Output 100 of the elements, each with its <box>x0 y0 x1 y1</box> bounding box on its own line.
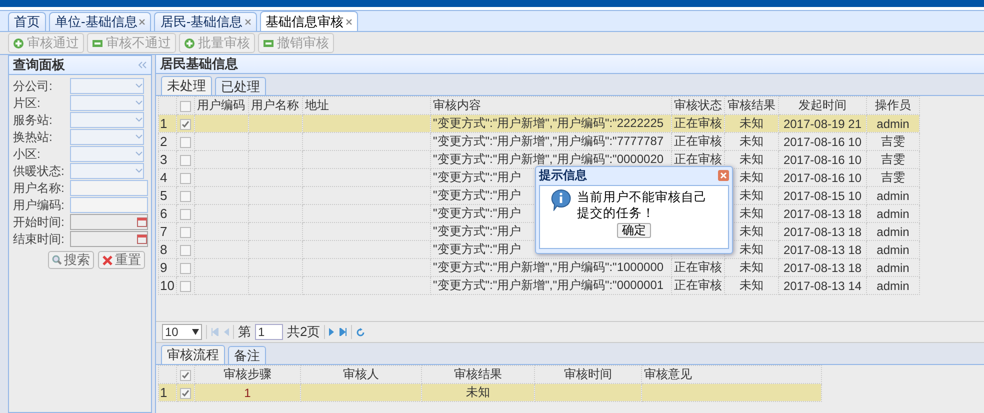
checkbox[interactable] <box>180 154 191 166</box>
checkbox[interactable] <box>180 118 191 130</box>
table-cell: 2017-08-19 21 <box>778 114 866 132</box>
column-header[interactable]: 地址 <box>302 96 430 114</box>
checkbox[interactable] <box>180 190 191 202</box>
tab[interactable]: 首页 <box>8 12 46 31</box>
plus-icon <box>184 38 195 48</box>
column-header[interactable]: 审核步骤 <box>194 366 300 384</box>
table-cell: admin <box>866 204 920 222</box>
tab[interactable]: 备注 <box>228 346 266 364</box>
table-cell: admin <box>866 114 920 132</box>
dropdown-icon <box>135 134 143 140</box>
plus-icon <box>13 38 24 48</box>
calendar-icon <box>137 234 147 244</box>
tab[interactable]: 基础信息审核 <box>260 11 358 31</box>
column-header[interactable]: 用户名称 <box>248 96 302 114</box>
field-label: 结束时间: <box>13 230 66 248</box>
table-cell: admin <box>866 186 920 204</box>
form-button[interactable]: 重置 <box>98 251 145 269</box>
table-cell: 2017-08-13 18 <box>778 240 866 258</box>
input-field[interactable] <box>70 197 148 213</box>
table-cell: 正在审核 <box>672 132 724 150</box>
page-input[interactable]: 1 <box>255 324 283 340</box>
column-header[interactable]: 审核内容 <box>430 96 672 114</box>
table-cell: 正在审核 <box>672 276 724 294</box>
column-header[interactable]: 审核时间 <box>534 366 642 384</box>
panel-title: 居民基础信息 <box>160 55 238 73</box>
row-number: 4 <box>158 168 176 186</box>
checkbox[interactable] <box>180 226 191 238</box>
page-size-select[interactable]: 10 <box>162 324 202 340</box>
close-icon[interactable] <box>244 19 251 25</box>
checkbox[interactable] <box>180 208 191 220</box>
checkbox[interactable] <box>180 388 191 399</box>
minus-icon <box>263 38 274 48</box>
table-cell: 吉雯 <box>866 132 920 150</box>
last-page-icon[interactable] <box>339 328 348 336</box>
table-cell: 正在审核 <box>672 258 724 276</box>
input-field[interactable] <box>70 180 148 196</box>
select-field[interactable] <box>70 112 144 128</box>
tab[interactable]: 审核流程 <box>161 345 225 364</box>
table-cell: 未知 <box>724 114 778 132</box>
select-field[interactable] <box>70 95 144 111</box>
dropdown-icon <box>135 168 143 174</box>
row-number: 1 <box>158 384 176 402</box>
close-icon[interactable] <box>346 18 352 24</box>
tab[interactable]: 单位-基础信息 <box>49 12 152 31</box>
checkbox[interactable] <box>180 262 191 274</box>
checkbox[interactable] <box>180 172 191 184</box>
field-label: 用户名称: <box>13 180 66 196</box>
field-label: 换热站: <box>13 128 54 146</box>
calendar-icon <box>137 217 147 227</box>
select-field[interactable] <box>70 146 144 162</box>
tab[interactable]: 未处理 <box>161 76 212 95</box>
table-cell: 2017-08-16 10 <box>778 132 866 150</box>
table-cell: 未知 <box>422 384 534 402</box>
search-icon <box>52 255 62 265</box>
checkbox[interactable] <box>180 280 191 292</box>
row-number: 1 <box>158 114 176 132</box>
tab[interactable]: 居民-基础信息 <box>154 12 257 31</box>
table-cell: admin <box>866 240 920 258</box>
checkbox[interactable] <box>180 136 191 148</box>
table-cell: 2017-08-16 10 <box>778 150 866 168</box>
form-button[interactable]: 搜索 <box>48 251 94 269</box>
table-cell: "变更方式":"用户新增","用户编码":"2222225 <box>430 114 672 132</box>
tab[interactable]: 已处理 <box>215 77 266 95</box>
row-number: 8 <box>158 240 176 258</box>
next-page-icon[interactable] <box>329 328 336 336</box>
checkbox[interactable] <box>180 244 191 256</box>
select-field[interactable] <box>70 78 144 94</box>
checkbox[interactable] <box>180 100 191 112</box>
column-header[interactable]: 审核意见 <box>642 366 822 384</box>
date-field[interactable] <box>70 214 148 230</box>
column-header[interactable]: 用户编码 <box>194 96 248 114</box>
first-page-icon[interactable] <box>211 328 219 336</box>
select-field[interactable] <box>70 129 144 145</box>
ok-button[interactable]: 确定 <box>617 223 651 238</box>
field-label: 服务站: <box>13 112 54 128</box>
field-label: 供暖状态: <box>13 162 66 180</box>
select-field[interactable] <box>70 163 144 179</box>
column-header[interactable]: 审核结果 <box>724 96 778 114</box>
column-header[interactable]: 操作员 <box>866 96 920 114</box>
refresh-icon[interactable] <box>356 328 366 336</box>
previous-page-icon[interactable] <box>223 328 229 336</box>
field-label: 开始时间: <box>13 214 66 230</box>
column-header[interactable]: 审核结果 <box>422 366 534 384</box>
table-cell: 2017-08-15 10 <box>778 186 866 204</box>
close-icon[interactable] <box>718 170 729 180</box>
close-icon[interactable] <box>139 19 146 25</box>
field-label: 分公司: <box>13 78 54 94</box>
column-header[interactable]: 发起时间 <box>778 96 866 114</box>
row-number: 9 <box>158 258 176 276</box>
info-icon <box>551 189 571 211</box>
field-label: 片区: <box>13 94 42 112</box>
column-header[interactable]: 审核人 <box>300 366 422 384</box>
column-header[interactable]: 审核状态 <box>672 96 724 114</box>
collapse-icon[interactable] <box>138 61 147 69</box>
dropdown-icon <box>135 117 143 123</box>
date-field[interactable] <box>70 231 148 247</box>
table-cell: 1 <box>194 384 300 402</box>
checkbox[interactable] <box>180 370 191 381</box>
